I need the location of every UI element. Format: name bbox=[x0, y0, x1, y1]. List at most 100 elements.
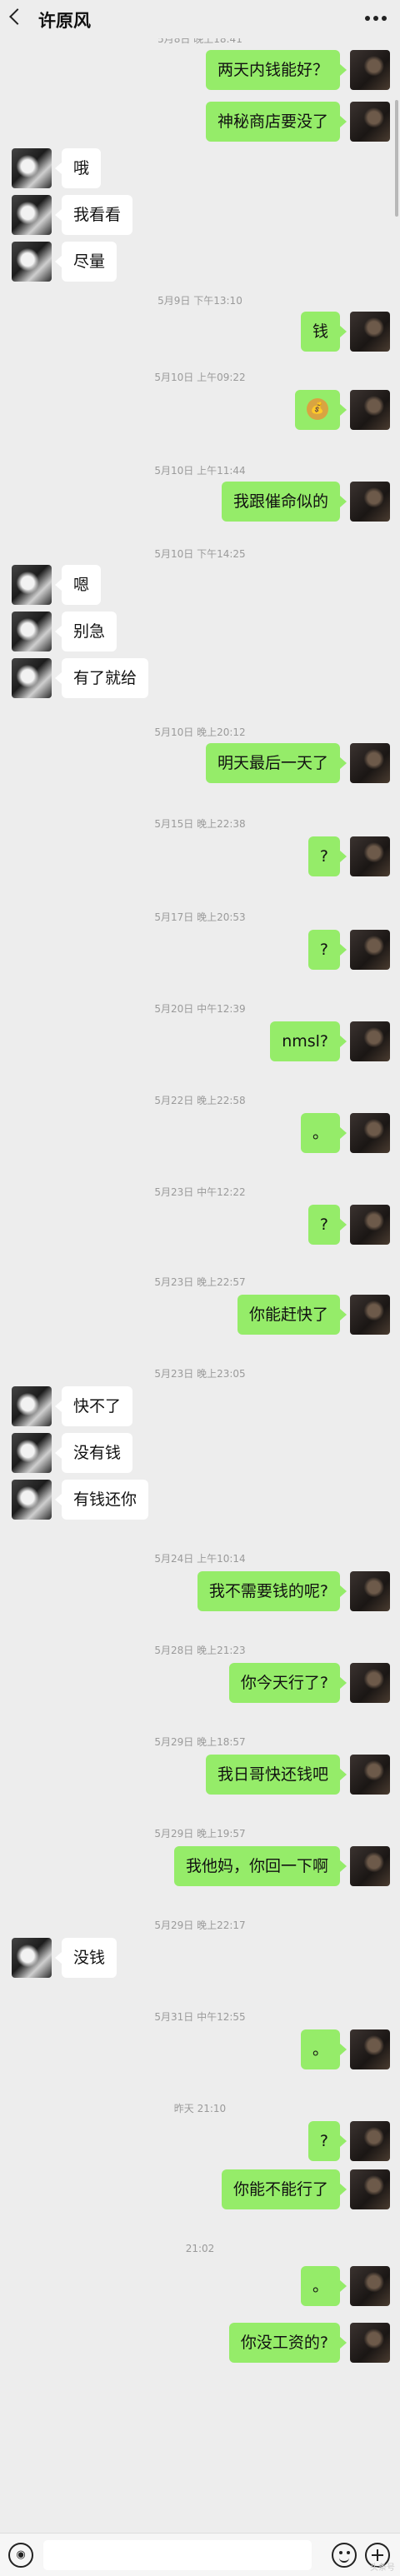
message-outgoing[interactable]: 你没工资的? bbox=[123, 2323, 390, 2363]
message-bubble[interactable]: 我日哥快还钱吧 bbox=[205, 1755, 348, 1795]
message-bubble[interactable]: ? bbox=[308, 930, 348, 970]
message-bubble[interactable]: ? bbox=[308, 836, 348, 876]
message-incoming[interactable]: 嗯 bbox=[12, 565, 178, 605]
self-avatar[interactable] bbox=[350, 2029, 390, 2069]
message-bubble[interactable]: 嗯 bbox=[54, 565, 102, 605]
message-outgoing[interactable]: 你能不能行了 bbox=[123, 2169, 390, 2209]
message-outgoing[interactable]: 我不需要钱的呢? bbox=[123, 1571, 390, 1611]
message-bubble[interactable]: 哦 bbox=[54, 148, 102, 188]
message-bubble[interactable]: 有了就给 bbox=[54, 658, 149, 698]
contact-avatar[interactable] bbox=[12, 242, 52, 282]
contact-avatar[interactable] bbox=[12, 1386, 52, 1426]
message-bubble[interactable]: 尽量 bbox=[54, 242, 118, 282]
message-outgoing[interactable]: 钱 bbox=[140, 312, 390, 352]
message-outgoing[interactable]: ? bbox=[140, 836, 390, 876]
message-incoming[interactable]: 没有钱 bbox=[12, 1433, 195, 1473]
self-avatar[interactable] bbox=[350, 1755, 390, 1795]
message-outgoing[interactable]: 我日哥快还钱吧 bbox=[123, 1755, 390, 1795]
self-avatar[interactable] bbox=[350, 2323, 390, 2363]
self-avatar[interactable] bbox=[350, 482, 390, 522]
self-avatar[interactable] bbox=[350, 2266, 390, 2306]
message-outgoing[interactable]: 我他妈，你回一下啊 bbox=[90, 1846, 390, 1886]
self-avatar[interactable] bbox=[350, 1205, 390, 1245]
self-avatar[interactable] bbox=[350, 390, 390, 430]
message-outgoing[interactable]: 。 bbox=[140, 1113, 390, 1153]
message-bubble[interactable]: nmsl? bbox=[270, 1021, 347, 1061]
contact-avatar[interactable] bbox=[12, 565, 52, 605]
message-outgoing[interactable]: 我跟催命似的 bbox=[140, 482, 390, 522]
message-bubble[interactable]: 明天最后一天了 bbox=[205, 743, 348, 783]
message-bubble[interactable]: 我看看 bbox=[54, 195, 133, 235]
message-outgoing[interactable]: 。 bbox=[140, 2266, 390, 2306]
message-bubble[interactable]: 钱 bbox=[300, 312, 348, 352]
message-bubble[interactable]: 我不需要钱的呢? bbox=[197, 1571, 348, 1611]
message-bubble[interactable]: ? bbox=[308, 1205, 348, 1245]
scrollbar[interactable] bbox=[395, 100, 398, 217]
message-bubble[interactable]: 两天内钱能好？ bbox=[205, 50, 348, 90]
message-outgoing[interactable]: 明天最后一天了 bbox=[140, 743, 390, 783]
self-avatar[interactable] bbox=[350, 1846, 390, 1886]
message-bubble[interactable]: 💰 bbox=[295, 390, 347, 430]
message-incoming[interactable]: 我看看 bbox=[12, 195, 178, 235]
message-outgoing[interactable]: ? bbox=[140, 2121, 390, 2161]
message-bubble[interactable]: 别急 bbox=[54, 612, 118, 651]
message-bubble[interactable]: 我跟催命似的 bbox=[221, 482, 348, 522]
message-bubble[interactable]: 快不了 bbox=[54, 1386, 133, 1426]
message-outgoing[interactable]: 神秘商店要没了 bbox=[140, 102, 390, 142]
message-bubble[interactable]: 。 bbox=[300, 1113, 348, 1153]
chevron-left-icon[interactable] bbox=[9, 8, 26, 25]
message-bubble[interactable]: 。 bbox=[300, 2029, 348, 2069]
self-avatar[interactable] bbox=[350, 102, 390, 142]
message-outgoing[interactable]: 💰 bbox=[140, 390, 390, 430]
self-avatar[interactable] bbox=[350, 2121, 390, 2161]
self-avatar[interactable] bbox=[350, 743, 390, 783]
self-avatar[interactable] bbox=[350, 1113, 390, 1153]
message-incoming[interactable]: 别急 bbox=[12, 612, 178, 651]
message-input[interactable] bbox=[43, 2540, 312, 2570]
more-dots-icon[interactable] bbox=[365, 16, 387, 21]
voice-icon[interactable]: ◉ bbox=[8, 2543, 33, 2568]
message-incoming[interactable]: 尽量 bbox=[12, 242, 178, 282]
self-avatar[interactable] bbox=[350, 930, 390, 970]
contact-avatar[interactable] bbox=[12, 658, 52, 698]
message-incoming[interactable]: 没钱 bbox=[12, 1938, 195, 1978]
message-bubble[interactable]: 你能不能行了 bbox=[221, 2169, 348, 2209]
emoji-icon[interactable] bbox=[332, 2543, 357, 2568]
message-outgoing[interactable]: ? bbox=[140, 1205, 390, 1245]
message-bubble[interactable]: 我他妈，你回一下啊 bbox=[173, 1846, 348, 1886]
message-incoming[interactable]: 哦 bbox=[12, 148, 178, 188]
contact-avatar[interactable] bbox=[12, 612, 52, 651]
self-avatar[interactable] bbox=[350, 50, 390, 90]
message-bubble[interactable]: 。 bbox=[300, 2266, 348, 2306]
message-outgoing[interactable]: 。 bbox=[140, 2029, 390, 2069]
message-bubble[interactable]: 你今天行了? bbox=[228, 1663, 348, 1703]
self-avatar[interactable] bbox=[350, 1295, 390, 1335]
chat-area[interactable]: 5月8日 晚上18:41 两天内钱能好？ 神秘商店要没了 哦 我看看 尽量 5月… bbox=[0, 0, 400, 2576]
contact-avatar[interactable] bbox=[12, 1938, 52, 1978]
message-outgoing[interactable]: 两天内钱能好？ bbox=[140, 50, 390, 90]
message-outgoing[interactable]: ? bbox=[140, 930, 390, 970]
message-outgoing[interactable]: 你今天行了? bbox=[123, 1663, 390, 1703]
message-bubble[interactable]: 神秘商店要没了 bbox=[205, 102, 348, 142]
self-avatar[interactable] bbox=[350, 836, 390, 876]
message-incoming[interactable]: 有了就给 bbox=[12, 658, 195, 698]
self-avatar[interactable] bbox=[350, 1021, 390, 1061]
message-bubble[interactable]: ? bbox=[308, 2121, 348, 2161]
message-bubble[interactable]: 没有钱 bbox=[54, 1433, 133, 1473]
contact-avatar[interactable] bbox=[12, 1480, 52, 1520]
message-bubble[interactable]: 没钱 bbox=[54, 1938, 118, 1978]
self-avatar[interactable] bbox=[350, 312, 390, 352]
message-outgoing[interactable]: 你能赶快了 bbox=[140, 1295, 390, 1335]
message-bubble[interactable]: 有钱还你 bbox=[54, 1480, 149, 1520]
contact-avatar[interactable] bbox=[12, 148, 52, 188]
message-incoming[interactable]: 有钱还你 bbox=[12, 1480, 195, 1520]
message-bubble[interactable]: 你没工资的? bbox=[228, 2323, 348, 2363]
self-avatar[interactable] bbox=[350, 1571, 390, 1611]
message-incoming[interactable]: 快不了 bbox=[12, 1386, 195, 1426]
self-avatar[interactable] bbox=[350, 2169, 390, 2209]
message-bubble[interactable]: 你能赶快了 bbox=[237, 1295, 348, 1335]
contact-avatar[interactable] bbox=[12, 195, 52, 235]
contact-avatar[interactable] bbox=[12, 1433, 52, 1473]
message-outgoing[interactable]: nmsl? bbox=[140, 1021, 390, 1061]
self-avatar[interactable] bbox=[350, 1663, 390, 1703]
